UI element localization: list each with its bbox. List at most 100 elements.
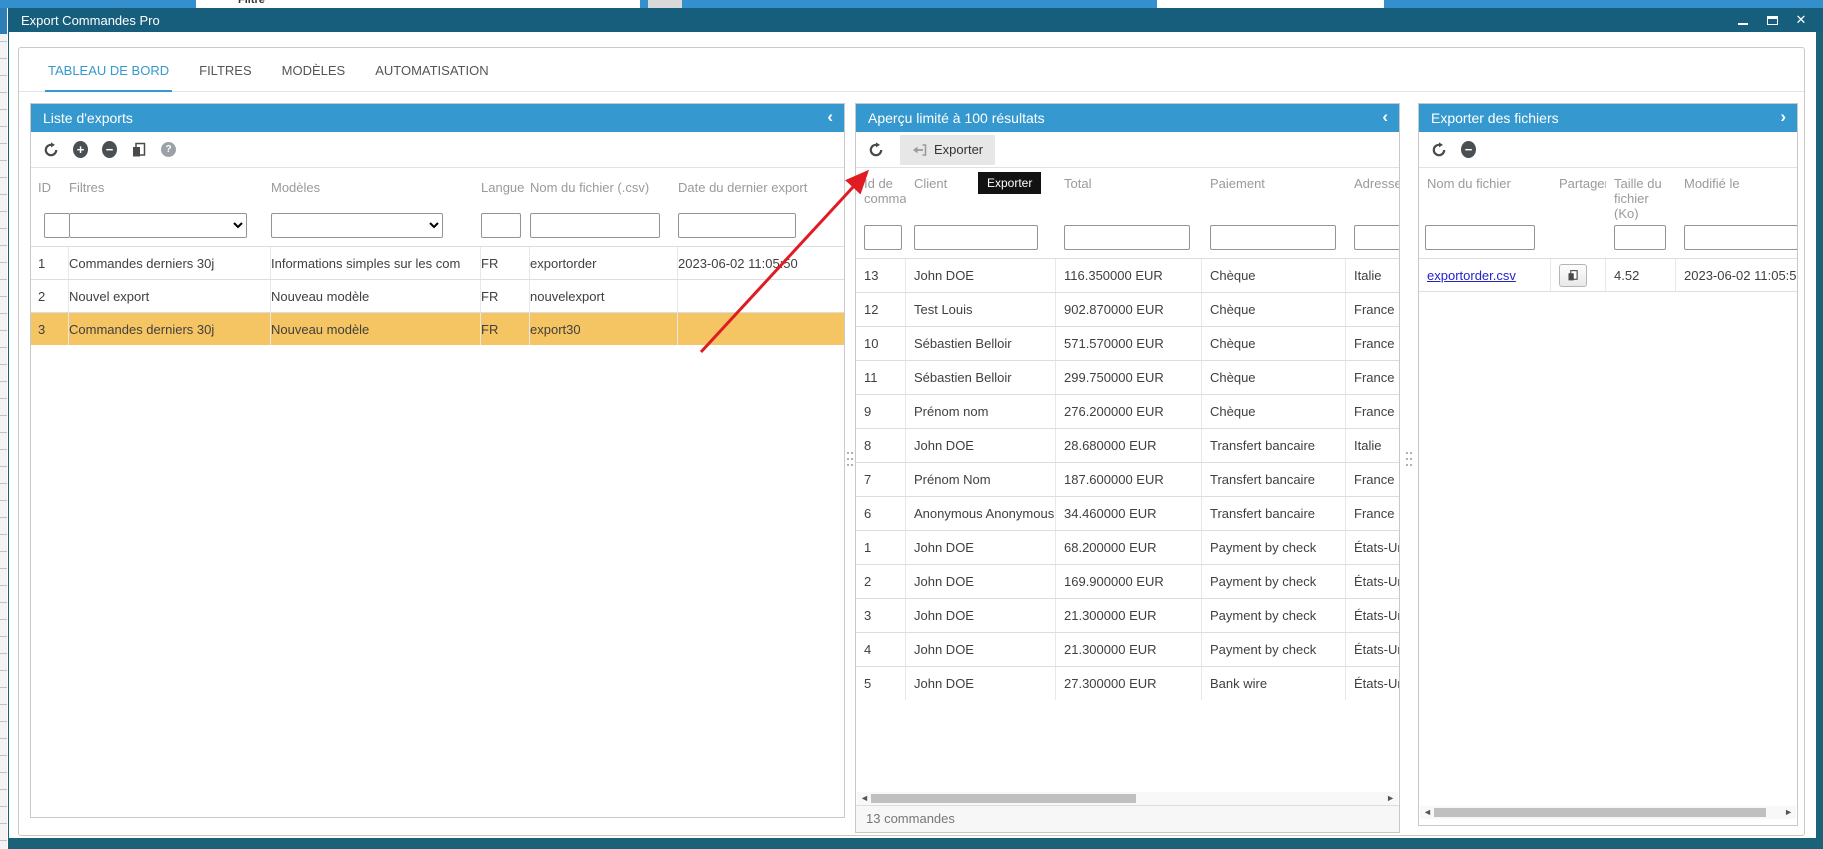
order-row[interactable]: 6 Anonymous Anonymous 34.460000 EUR Tran… bbox=[856, 496, 1399, 530]
background-window-edge bbox=[0, 8, 7, 849]
cell-order-id: 8 bbox=[856, 429, 906, 462]
export-row[interactable]: 3 Commandes derniers 30j Nouveau modèle … bbox=[31, 312, 844, 345]
collapse-left-chevron-icon[interactable]: ‹ bbox=[827, 104, 833, 130]
filter-adresse-input[interactable] bbox=[1354, 225, 1399, 250]
order-row[interactable]: 9 Prénom nom 276.200000 EUR Chèque Franc… bbox=[856, 394, 1399, 428]
scroll-right-arrow-icon[interactable]: ► bbox=[1386, 792, 1395, 805]
window-controls: ✕ bbox=[1737, 8, 1807, 32]
help-icon[interactable]: ? bbox=[161, 142, 176, 157]
horizontal-scrollbar[interactable]: ◄ ► bbox=[857, 792, 1398, 805]
tab-filtres[interactable]: FILTRES bbox=[196, 48, 255, 92]
order-row[interactable]: 5 John DOE 27.300000 EUR Bank wire États… bbox=[856, 666, 1399, 700]
cell-order-id: 1 bbox=[856, 531, 906, 564]
column-header-taille[interactable]: Taille du fichier (Ko) bbox=[1606, 176, 1676, 220]
background-window-fragment bbox=[1157, 0, 1384, 8]
cell-order-id: 11 bbox=[856, 361, 906, 394]
order-row[interactable]: 4 John DOE 21.300000 EUR Payment by chec… bbox=[856, 632, 1399, 666]
scroll-left-arrow-icon[interactable]: ◄ bbox=[1423, 806, 1432, 819]
add-icon[interactable]: + bbox=[73, 141, 88, 158]
filter-modifie-input[interactable] bbox=[1684, 225, 1797, 250]
window-bottom-border bbox=[8, 838, 1823, 849]
column-header-partager[interactable]: Partager bbox=[1551, 176, 1606, 220]
scroll-left-arrow-icon[interactable]: ◄ bbox=[860, 792, 869, 805]
close-button[interactable]: ✕ bbox=[1795, 13, 1807, 27]
cell-order-id: 9 bbox=[856, 395, 906, 428]
column-header-date[interactable]: Date du dernier export bbox=[678, 180, 844, 208]
order-row[interactable]: 1 John DOE 68.200000 EUR Payment by chec… bbox=[856, 530, 1399, 564]
filter-nom-input[interactable] bbox=[1425, 225, 1535, 250]
order-row[interactable]: 11 Sébastien Belloir 299.750000 EUR Chèq… bbox=[856, 360, 1399, 394]
refresh-icon[interactable] bbox=[43, 142, 59, 158]
status-bar: 13 commandes bbox=[856, 805, 1399, 832]
column-header-order-id[interactable]: Id de commande bbox=[856, 176, 906, 220]
scroll-right-arrow-icon[interactable]: ► bbox=[1784, 806, 1793, 819]
cell-paiement: Chèque bbox=[1202, 293, 1346, 326]
maximize-button[interactable] bbox=[1766, 13, 1778, 27]
order-row[interactable]: 10 Sébastien Belloir 571.570000 EUR Chèq… bbox=[856, 326, 1399, 360]
horizontal-scrollbar[interactable]: ◄ ► bbox=[1420, 806, 1796, 819]
filter-fichier-input[interactable] bbox=[530, 213, 660, 238]
filter-client-input[interactable] bbox=[914, 225, 1038, 250]
panel-splitter-handle[interactable] bbox=[1405, 450, 1413, 468]
remove-icon[interactable]: − bbox=[102, 141, 117, 158]
file-link[interactable]: exportorder.csv bbox=[1427, 268, 1516, 283]
export-row[interactable]: 1 Commandes derniers 30j Informations si… bbox=[31, 246, 844, 279]
cell-paiement: Chèque bbox=[1202, 259, 1346, 292]
filter-date-input[interactable] bbox=[678, 213, 796, 238]
order-row[interactable]: 8 John DOE 28.680000 EUR Transfert banca… bbox=[856, 428, 1399, 462]
window-titlebar[interactable]: Export Commandes Pro ✕ bbox=[8, 8, 1823, 32]
filter-total-input[interactable] bbox=[1064, 225, 1190, 250]
column-header-modeles[interactable]: Modèles bbox=[271, 180, 481, 208]
column-header-total[interactable]: Total bbox=[1056, 176, 1202, 220]
filter-langue-input[interactable] bbox=[481, 213, 521, 238]
cell-adresse: France bbox=[1346, 293, 1399, 326]
scrollbar-thumb[interactable] bbox=[1434, 808, 1766, 817]
cell-order-id: 10 bbox=[856, 327, 906, 360]
filter-modeles-select[interactable] bbox=[271, 213, 443, 238]
remove-icon[interactable]: − bbox=[1461, 141, 1476, 158]
cell-total: 116.350000 EUR bbox=[1056, 259, 1202, 292]
refresh-icon[interactable] bbox=[868, 142, 884, 158]
tab-automatisation[interactable]: AUTOMATISATION bbox=[372, 48, 491, 92]
tab-tableau-de-bord[interactable]: TABLEAU DE BORD bbox=[45, 48, 172, 92]
panel-splitter-handle[interactable] bbox=[846, 450, 854, 468]
background-window-edge-top bbox=[0, 8, 7, 34]
share-copy-button[interactable] bbox=[1559, 264, 1587, 287]
cell-client: John DOE bbox=[906, 531, 1056, 564]
column-header-filtres[interactable]: Filtres bbox=[69, 180, 271, 208]
cell-paiement: Chèque bbox=[1202, 327, 1346, 360]
collapse-right-chevron-icon[interactable]: › bbox=[1780, 104, 1786, 130]
filter-taille-input[interactable] bbox=[1614, 225, 1666, 250]
column-header-modifie[interactable]: Modifié le bbox=[1676, 176, 1797, 220]
order-row[interactable]: 7 Prénom Nom 187.600000 EUR Transfert ba… bbox=[856, 462, 1399, 496]
filter-paiement-input[interactable] bbox=[1210, 225, 1336, 250]
filter-order-id-input[interactable] bbox=[864, 225, 902, 250]
cell-client: Sébastien Belloir bbox=[906, 327, 1056, 360]
duplicate-icon[interactable] bbox=[131, 142, 147, 158]
file-row[interactable]: exportorder.csv 4.52 2023-06-02 11:05:50 bbox=[1419, 258, 1797, 292]
order-row[interactable]: 3 John DOE 21.300000 EUR Payment by chec… bbox=[856, 598, 1399, 632]
filter-id-input[interactable] bbox=[44, 213, 69, 238]
cell-filtres: Commandes derniers 30j bbox=[69, 313, 271, 345]
cell-paiement: Payment by check bbox=[1202, 565, 1346, 598]
collapse-left-chevron-icon[interactable]: ‹ bbox=[1382, 104, 1388, 130]
cell-client: Anonymous Anonymous bbox=[906, 497, 1056, 530]
column-header-nom[interactable]: Nom du fichier bbox=[1419, 176, 1551, 220]
order-row[interactable]: 12 Test Louis 902.870000 EUR Chèque Fran… bbox=[856, 292, 1399, 326]
scrollbar-thumb[interactable] bbox=[871, 794, 1136, 803]
minimize-button[interactable] bbox=[1737, 13, 1749, 27]
column-header-fichier[interactable]: Nom du fichier (.csv) bbox=[530, 180, 678, 208]
export-button[interactable]: Exporter bbox=[900, 135, 995, 165]
cell-order-id: 5 bbox=[856, 667, 906, 700]
filter-filtres-select[interactable] bbox=[69, 213, 247, 238]
column-header-paiement[interactable]: Paiement bbox=[1202, 176, 1346, 220]
refresh-icon[interactable] bbox=[1431, 142, 1447, 158]
export-row[interactable]: 2 Nouvel export Nouveau modèle FR nouvel… bbox=[31, 279, 844, 312]
order-row[interactable]: 2 John DOE 169.900000 EUR Payment by che… bbox=[856, 564, 1399, 598]
column-header-id[interactable]: ID bbox=[31, 180, 69, 208]
column-header-adresse[interactable]: Adresse bbox=[1346, 176, 1399, 220]
order-row[interactable]: 13 John DOE 116.350000 EUR Chèque Italie bbox=[856, 258, 1399, 292]
background-window-strip: Filtre bbox=[0, 0, 1823, 8]
column-header-langue[interactable]: Langue bbox=[481, 180, 530, 208]
tab-modeles[interactable]: MODÈLES bbox=[279, 48, 349, 92]
